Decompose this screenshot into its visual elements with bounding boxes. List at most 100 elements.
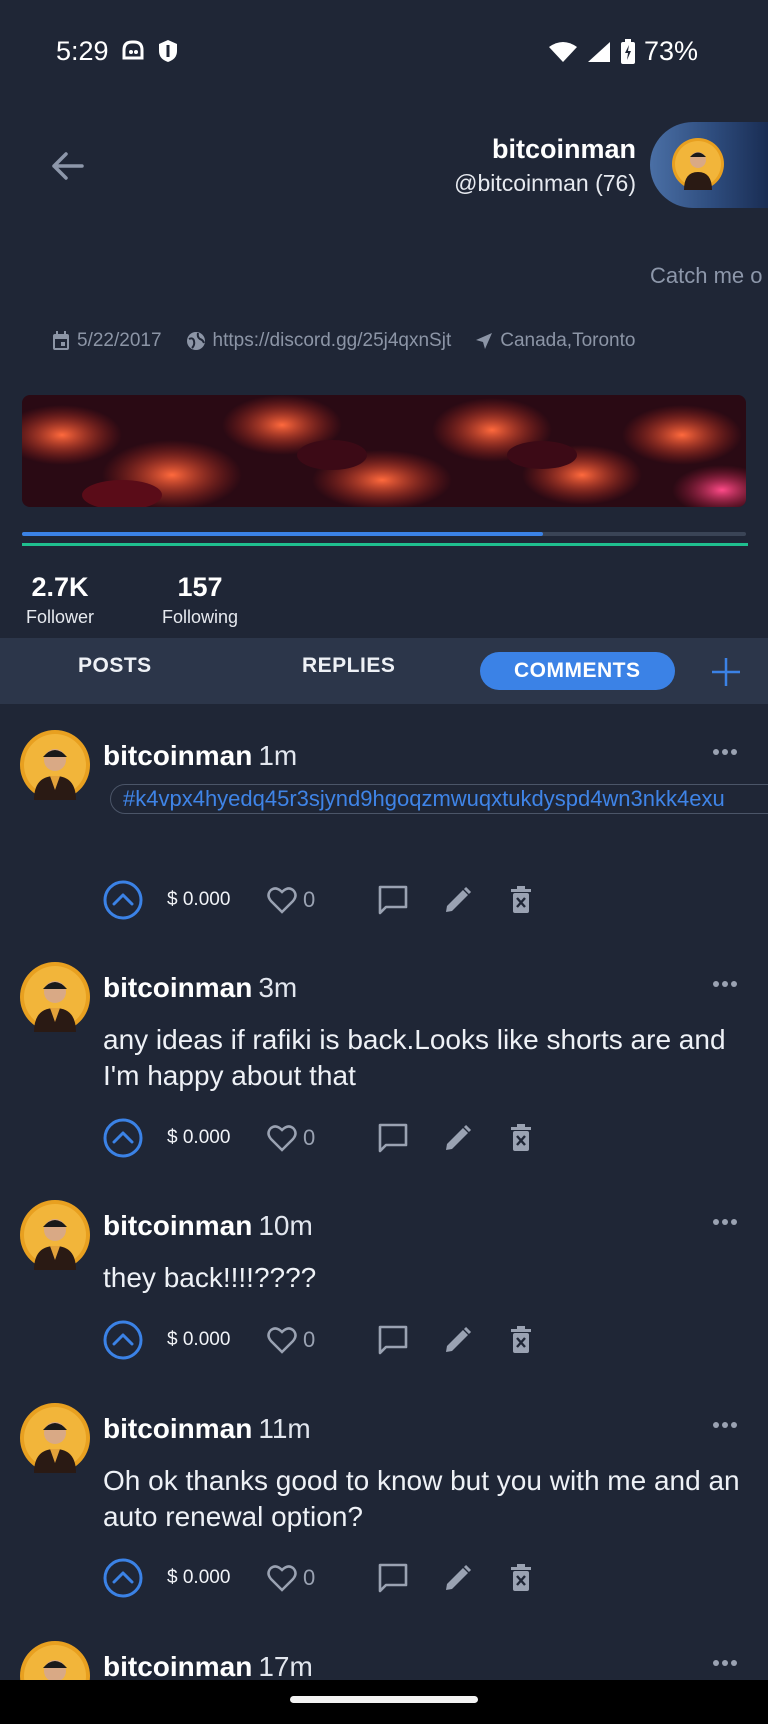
- upvote-icon[interactable]: [103, 1320, 143, 1360]
- payout-value: $ 0.000: [167, 1329, 231, 1350]
- shield-icon: [156, 38, 180, 64]
- more-horizontal-icon: [713, 1422, 737, 1428]
- payout-value: $ 0.000: [167, 1127, 231, 1148]
- more-options-button[interactable]: [712, 1659, 738, 1667]
- trash-icon: [511, 1124, 531, 1151]
- comment-time: 3m: [258, 972, 298, 1003]
- tab-comments[interactable]: COMMENTS: [480, 652, 675, 690]
- like-button[interactable]: 0: [267, 1326, 349, 1354]
- avatar[interactable]: [20, 1403, 90, 1473]
- comment-actions: $ 0.000 0: [103, 1320, 533, 1360]
- comment-actions: $ 0.000 0: [103, 1558, 533, 1598]
- profile-cover-image: [22, 395, 746, 507]
- following-count: 157: [177, 572, 223, 602]
- reply-button[interactable]: [377, 1562, 409, 1594]
- comment-icon: [378, 1123, 408, 1153]
- following-label: Following: [162, 607, 239, 627]
- location: Canada,Toronto: [500, 330, 636, 351]
- following-stat[interactable]: 157 Following: [162, 572, 238, 628]
- location-arrow-icon: [475, 332, 493, 350]
- delete-button[interactable]: [509, 885, 533, 915]
- comment-icon: [378, 885, 408, 915]
- back-button[interactable]: [46, 146, 90, 186]
- comment-text: any ideas if rafiki is back.Looks like s…: [103, 1024, 726, 1091]
- edit-button[interactable]: [443, 1563, 473, 1593]
- website-url[interactable]: https://discord.gg/25j4qxnSjt: [213, 330, 452, 352]
- heart-icon: [267, 1565, 297, 1592]
- wifi-icon: [548, 40, 578, 64]
- tab-posts[interactable]: POSTS: [78, 654, 152, 678]
- upvote-icon[interactable]: [103, 1118, 143, 1158]
- trash-icon: [511, 1564, 531, 1591]
- add-tab-button[interactable]: [710, 656, 742, 688]
- joined-date: 5/22/2017: [77, 330, 162, 351]
- reply-button[interactable]: [377, 884, 409, 916]
- like-count: 0: [303, 1125, 316, 1150]
- resource-credits-bar: [22, 543, 748, 546]
- payout-value: $ 0.000: [167, 1567, 231, 1588]
- arrow-left-icon: [52, 152, 84, 180]
- like-button[interactable]: 0: [267, 1124, 349, 1152]
- upvote-icon[interactable]: [103, 1558, 143, 1598]
- tab-replies[interactable]: REPLIES: [302, 654, 395, 678]
- avatar[interactable]: [20, 1200, 90, 1270]
- edit-button[interactable]: [443, 1325, 473, 1355]
- like-count: 0: [303, 1327, 316, 1352]
- more-horizontal-icon: [713, 749, 737, 755]
- more-options-button[interactable]: [712, 1218, 738, 1226]
- edit-button[interactable]: [443, 885, 473, 915]
- comment-icon: [378, 1325, 408, 1355]
- profile-meta: 5/22/2017 https://discord.gg/25j4qxnSjt …: [52, 330, 659, 352]
- profile-bio: Catch me o: [650, 263, 763, 288]
- profile-name: bitcoinman: [491, 134, 636, 164]
- delete-button[interactable]: [509, 1123, 533, 1153]
- pencil-icon: [446, 1124, 472, 1150]
- comment-text: they back!!!!????: [103, 1262, 317, 1293]
- comment-author[interactable]: bitcoinman 17m: [103, 1651, 313, 1683]
- voting-power-fill: [22, 532, 544, 536]
- pencil-icon: [446, 1326, 472, 1352]
- comment-author[interactable]: bitcoinman 10m: [103, 1210, 313, 1242]
- more-options-button[interactable]: [712, 748, 738, 756]
- delete-button[interactable]: [509, 1325, 533, 1355]
- like-count: 0: [303, 1565, 316, 1590]
- profile-avatar-button[interactable]: [650, 122, 768, 208]
- battery-percent: 73%: [643, 36, 698, 66]
- followers-label: Follower: [26, 607, 95, 627]
- comment-author[interactable]: bitcoinman 3m: [103, 972, 297, 1004]
- comment-time: 17m: [258, 1651, 313, 1682]
- upvote-icon[interactable]: [103, 880, 143, 920]
- pencil-icon: [446, 1564, 472, 1590]
- more-horizontal-icon: [713, 1219, 737, 1225]
- profile-handle: @bitcoinman (76): [454, 170, 636, 196]
- like-button[interactable]: 0: [267, 886, 349, 914]
- comment-link[interactable]: #k4vpx4hyedq45r3sjynd9hgoqzmwuqxtukdyspd…: [110, 784, 768, 814]
- delete-button[interactable]: [509, 1563, 533, 1593]
- heart-icon: [267, 1125, 297, 1152]
- reply-button[interactable]: [377, 1122, 409, 1154]
- home-indicator[interactable]: [290, 1696, 478, 1703]
- followers-stat[interactable]: 2.7K Follower: [26, 572, 94, 628]
- trash-icon: [511, 886, 531, 913]
- comment-author[interactable]: bitcoinman 11m: [103, 1413, 311, 1445]
- calendar-icon: [52, 331, 70, 351]
- heart-icon: [267, 1327, 297, 1354]
- website-link[interactable]: https://discord.gg/25j4qxnSjt: [186, 330, 452, 352]
- plus-icon: [712, 658, 740, 686]
- more-options-button[interactable]: [712, 980, 738, 988]
- pencil-icon: [446, 886, 472, 912]
- like-button[interactable]: 0: [267, 1564, 349, 1592]
- avatar[interactable]: [20, 730, 90, 800]
- more-options-button[interactable]: [712, 1421, 738, 1429]
- comment-time: 10m: [258, 1210, 313, 1241]
- voting-power-bar: [22, 532, 746, 536]
- edit-button[interactable]: [443, 1123, 473, 1153]
- more-horizontal-icon: [713, 981, 737, 987]
- trash-icon: [511, 1326, 531, 1353]
- reply-button[interactable]: [377, 1324, 409, 1356]
- comment-author[interactable]: bitcoinman 1m: [103, 740, 297, 772]
- comment-actions: $ 0.000 0: [103, 1118, 533, 1158]
- avatar[interactable]: [20, 962, 90, 1032]
- payout-value: $ 0.000: [167, 889, 231, 910]
- signal-icon: [586, 40, 612, 64]
